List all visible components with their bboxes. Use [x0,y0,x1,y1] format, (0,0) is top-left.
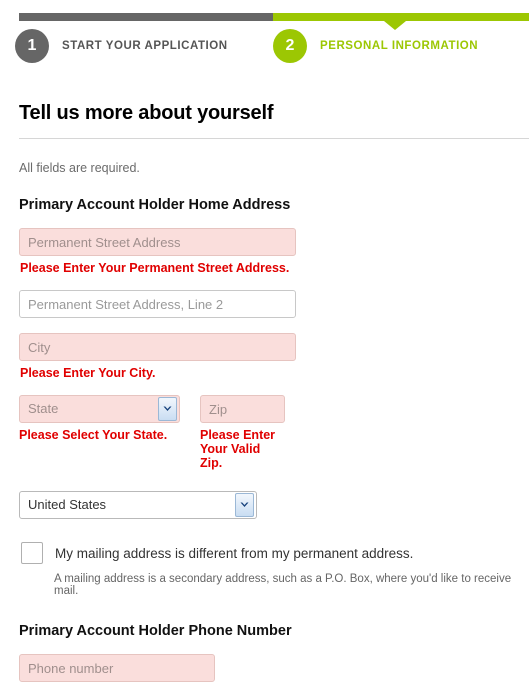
state-error: Please Select Your State. [19,428,168,442]
mailing-address-checkbox[interactable] [21,542,43,564]
street-address-1-error: Please Enter Your Permanent Street Addre… [20,261,290,275]
step-number-badge-2: 2 [273,29,307,63]
progress-bars [19,13,529,30]
stepper-item-personal-information[interactable]: 2 PERSONAL INFORMATION [273,29,478,63]
required-fields-note: All fields are required. [19,161,140,175]
chevron-down-icon[interactable] [235,493,254,517]
stepper-item-start-your-application[interactable]: 1 START YOUR APPLICATION [15,29,228,63]
state-select[interactable]: State [19,395,180,423]
progress-bar-step-1 [19,13,273,21]
city-error: Please Enter Your City. [20,366,156,380]
field-street-address-2 [19,290,529,318]
city-input[interactable] [19,333,296,361]
chevron-down-icon[interactable] [158,397,177,421]
step-label-1: START YOUR APPLICATION [62,40,228,52]
field-phone-number [19,654,529,682]
state-select-value: State [28,401,59,416]
stepper-items: 1 START YOUR APPLICATION 2 PERSONAL INFO… [0,29,529,69]
phone-number-input[interactable] [19,654,215,682]
page-title: Tell us more about yourself [19,102,274,124]
field-street-address-1: Please Enter Your Permanent Street Addre… [19,228,529,275]
field-city: Please Enter Your City. [19,333,529,380]
section-title-phone-number: Primary Account Holder Phone Number [19,623,292,639]
street-address-1-input[interactable] [19,228,296,256]
country-select-value: United States [28,497,107,512]
field-zip: Please Enter Your Valid Zip. [200,395,285,470]
title-divider [19,138,529,139]
section-title-home-address: Primary Account Holder Home Address [19,197,291,213]
zip-input[interactable] [200,395,285,423]
mailing-address-help-text: A mailing address is a secondary address… [54,573,512,597]
field-state: State Please Select Your State. [19,395,180,442]
mailing-address-checkbox-row[interactable]: My mailing address is different from my … [21,542,529,564]
progress-stepper: 1 START YOUR APPLICATION 2 PERSONAL INFO… [0,0,529,70]
step-label-2: PERSONAL INFORMATION [320,40,479,52]
country-select[interactable]: United States [19,491,257,519]
step-number-badge-1: 1 [15,29,49,63]
zip-error: Please Enter Your Valid Zip. [200,428,276,470]
mailing-address-checkbox-label: My mailing address is different from my … [55,545,414,561]
street-address-2-input[interactable] [19,290,296,318]
state-zip-row: State Please Select Your State. Please E… [19,395,529,470]
progress-bar-step-2 [273,13,529,30]
form-content: Tell us more about yourself All fields a… [0,70,529,682]
